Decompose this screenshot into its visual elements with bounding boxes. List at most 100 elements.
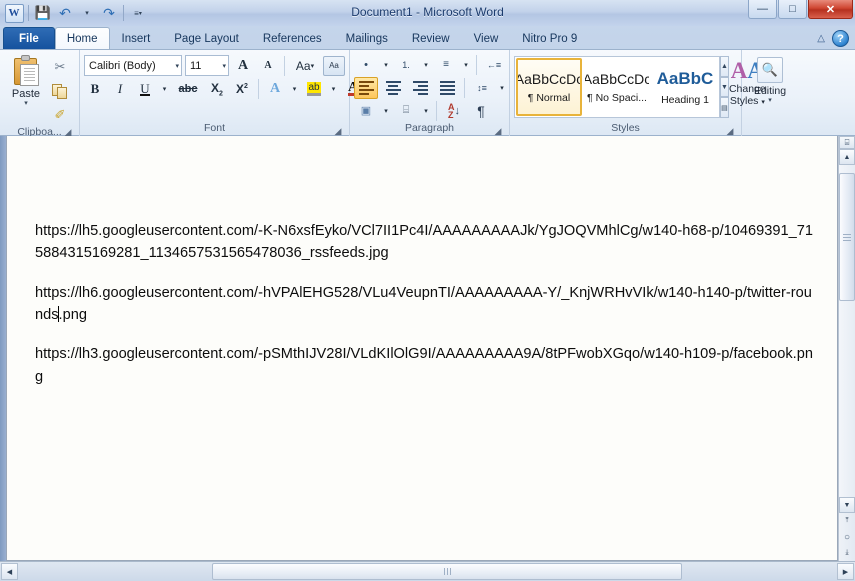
italic-button[interactable]: I: [109, 78, 131, 100]
document-paragraph-3[interactable]: https://lh3.googleusercontent.com/-pSMth…: [35, 343, 819, 388]
styles-gallery-scrollbar: ▲ ▼ ▤: [720, 56, 729, 119]
tab-nitro-pro-9[interactable]: Nitro Pro 9: [510, 28, 589, 49]
style-item-no-spacing[interactable]: AaBbCcDc ¶ No Spaci...: [584, 58, 650, 116]
minimize-ribbon-icon[interactable]: △: [817, 33, 825, 44]
horizontal-scroll-track[interactable]: [19, 563, 836, 580]
text-effects-dropdown-button[interactable]: ▾: [289, 78, 300, 100]
underline-icon: U: [140, 80, 150, 96]
style-name-heading-1: Heading 1: [661, 93, 709, 106]
multilevel-dropdown-button[interactable]: ▾: [461, 54, 471, 76]
align-right-button[interactable]: [408, 77, 432, 99]
format-painter-button[interactable]: ✐: [48, 104, 72, 126]
strikethrough-button[interactable]: abc: [173, 78, 203, 100]
borders-button[interactable]: ⌸: [394, 100, 418, 122]
editing-chevron-down-icon[interactable]: ▾: [768, 97, 772, 105]
highlight-button[interactable]: ab: [303, 78, 325, 100]
align-left-button[interactable]: [354, 76, 378, 99]
maximize-button[interactable]: □: [778, 0, 807, 19]
vertical-scroll-thumb[interactable]: [839, 173, 855, 301]
numbering-dropdown-button[interactable]: ▾: [421, 54, 431, 76]
vertical-scrollbar[interactable]: ⌸ ▲ ▼ ⤒ ○ ⤓: [838, 136, 855, 561]
document-body[interactable]: https://lh5.googleusercontent.com/-K-N6x…: [7, 136, 837, 388]
tab-references[interactable]: References: [251, 28, 334, 49]
scroll-left-button[interactable]: ◀: [1, 563, 18, 580]
shading-dropdown-button[interactable]: ▾: [381, 100, 391, 122]
document-paragraph-2[interactable]: https://lh6.googleusercontent.com/-hVPAl…: [35, 282, 819, 327]
ribbon-group-clipboard: Paste ▾ ✂ ✐ Clipboa... ◢: [0, 50, 80, 138]
previous-page-button[interactable]: ⤒: [839, 513, 855, 529]
save-icon[interactable]: 💾: [33, 3, 53, 23]
styles-scroll-down-button[interactable]: ▼: [720, 76, 729, 98]
font-name-combobox[interactable]: Calibri (Body) ▾: [84, 55, 182, 76]
word-logo-button[interactable]: W: [4, 3, 24, 23]
superscript-button[interactable]: X2: [231, 78, 253, 100]
paste-button[interactable]: Paste ▾: [4, 53, 48, 108]
document-page[interactable]: https://lh5.googleusercontent.com/-K-N6x…: [6, 136, 838, 561]
show-formatting-marks-button[interactable]: ¶: [469, 100, 493, 122]
copy-button[interactable]: [48, 80, 72, 102]
next-page-button[interactable]: ⤓: [839, 545, 855, 561]
clear-formatting-button[interactable]: Aa: [323, 55, 345, 76]
underline-dropdown-button[interactable]: ▾: [159, 78, 170, 100]
tab-review[interactable]: Review: [400, 28, 462, 49]
sort-button[interactable]: A Z ↓: [442, 100, 466, 122]
scroll-up-button[interactable]: ▲: [839, 149, 855, 165]
help-icon[interactable]: ?: [832, 30, 849, 47]
tab-view[interactable]: View: [462, 28, 511, 49]
tab-mailings[interactable]: Mailings: [334, 28, 400, 49]
grow-font-button[interactable]: A: [232, 55, 254, 77]
shrink-font-button[interactable]: A: [257, 55, 279, 77]
horizontal-scrollbar[interactable]: ◀ ▶: [0, 561, 855, 581]
select-browse-object-button[interactable]: ○: [839, 529, 855, 545]
font-group-label-text: Font: [203, 122, 225, 134]
document-paragraph-1[interactable]: https://lh5.googleusercontent.com/-K-N6x…: [35, 220, 819, 265]
line-spacing-dropdown-button[interactable]: ▾: [497, 77, 507, 99]
align-center-button[interactable]: [381, 77, 405, 99]
styles-dialog-launcher-icon[interactable]: ◢: [725, 126, 735, 136]
customize-qat-icon[interactable]: ≡ ▾: [128, 3, 148, 23]
numbering-button[interactable]: 1.: [394, 54, 418, 76]
style-item-heading-1[interactable]: AaBbC Heading 1: [652, 58, 718, 116]
tab-insert[interactable]: Insert: [110, 28, 163, 49]
styles-scroll-up-button[interactable]: ▲: [720, 56, 729, 77]
bullets-dropdown-button[interactable]: ▾: [381, 54, 391, 76]
multilevel-list-icon: ≡: [443, 59, 449, 70]
undo-icon[interactable]: ↶: [55, 3, 75, 23]
borders-dropdown-button[interactable]: ▾: [421, 100, 431, 122]
underline-button[interactable]: U: [134, 78, 156, 100]
underline-chevron-down-icon: ▾: [162, 86, 167, 93]
multilevel-list-button[interactable]: ≡: [434, 54, 458, 76]
minimize-button[interactable]: —: [748, 0, 777, 19]
subscript-button[interactable]: X2: [206, 78, 228, 100]
paragraph-dialog-launcher-icon[interactable]: ◢: [493, 126, 503, 136]
scroll-down-button[interactable]: ▼: [839, 497, 855, 513]
highlight-dropdown-button[interactable]: ▾: [328, 78, 339, 100]
tab-page-layout[interactable]: Page Layout: [162, 28, 251, 49]
horizontal-scroll-thumb[interactable]: [212, 563, 682, 580]
justify-button[interactable]: [435, 77, 459, 99]
style-item-normal[interactable]: AaBbCcDc ¶ Normal: [516, 58, 582, 116]
line-spacing-button[interactable]: ↕≡: [470, 77, 494, 99]
vertical-scroll-track[interactable]: [839, 165, 855, 497]
editing-button[interactable]: 🔍 Editing ▾: [746, 53, 794, 105]
font-dialog-launcher-icon[interactable]: ◢: [333, 126, 343, 136]
styles-more-button[interactable]: ▤: [720, 97, 729, 119]
tab-home[interactable]: Home: [54, 27, 110, 49]
pilcrow-icon: ¶: [477, 102, 485, 119]
text-effects-button[interactable]: A: [264, 78, 286, 100]
redo-icon[interactable]: ↷: [99, 3, 119, 23]
close-button[interactable]: ✕: [808, 0, 853, 19]
tab-file[interactable]: File: [3, 27, 55, 49]
scroll-right-button[interactable]: ▶: [837, 563, 854, 580]
view-ruler-button[interactable]: ⌸: [839, 136, 855, 149]
change-case-button[interactable]: Aa ▾: [290, 55, 320, 77]
bold-button[interactable]: B: [84, 78, 106, 100]
cut-button[interactable]: ✂: [48, 56, 72, 78]
font-size-combobox[interactable]: 11 ▾: [185, 55, 229, 76]
bullets-button[interactable]: •: [354, 54, 378, 76]
shading-button[interactable]: ▣: [354, 100, 378, 122]
undo-dropdown-icon[interactable]: ▾: [77, 3, 97, 23]
subscript-index: 2: [219, 90, 223, 98]
paste-dropdown-icon[interactable]: ▾: [24, 100, 28, 108]
decrease-indent-button[interactable]: ←≡: [482, 54, 506, 76]
